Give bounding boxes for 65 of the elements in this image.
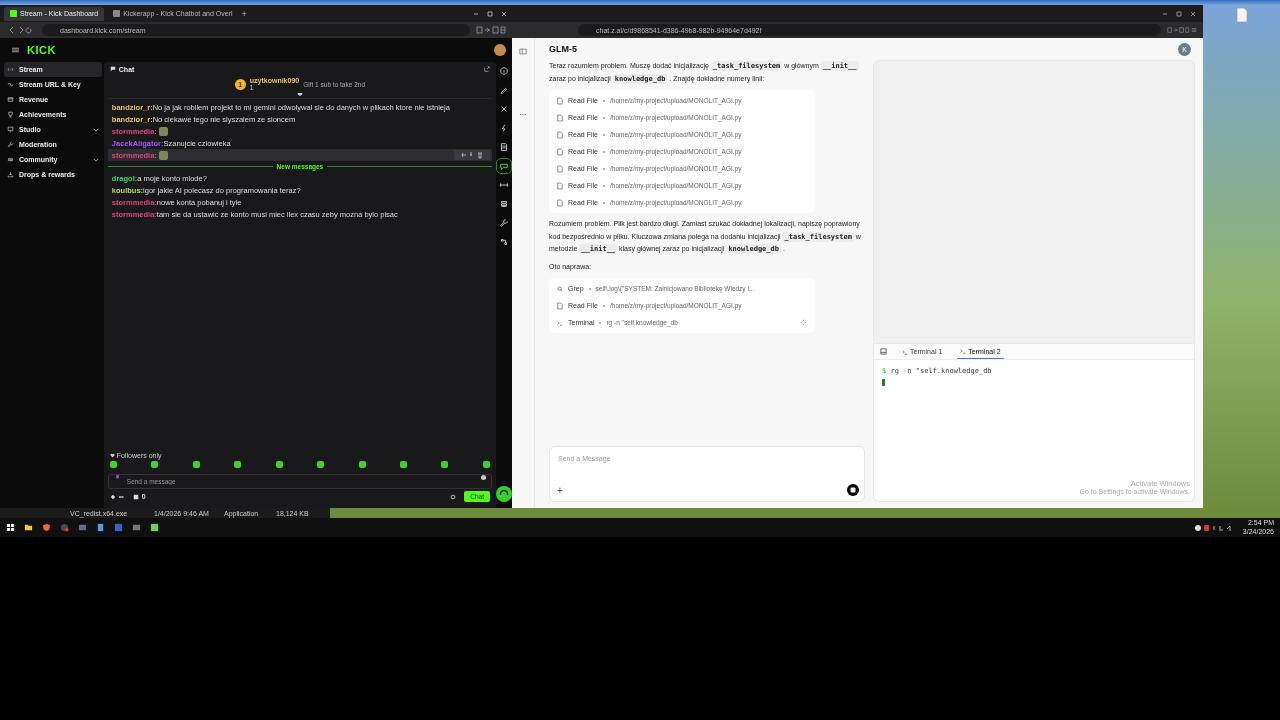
file-icon bbox=[557, 301, 563, 310]
add-button[interactable]: + bbox=[557, 486, 563, 496]
folder-icon[interactable] bbox=[24, 523, 33, 532]
emoji-icon[interactable] bbox=[481, 475, 486, 480]
emote-icon[interactable] bbox=[192, 461, 200, 468]
browser-toolbar-icon[interactable] bbox=[476, 26, 506, 34]
settings-icon[interactable] bbox=[450, 493, 457, 500]
bolt-icon[interactable] bbox=[499, 123, 509, 133]
emote-icon[interactable] bbox=[151, 461, 159, 468]
stop-button[interactable] bbox=[847, 484, 859, 496]
chevron-icon bbox=[92, 127, 99, 132]
emote-icon[interactable] bbox=[399, 461, 407, 468]
prompt-icon bbox=[902, 348, 908, 355]
emote-icon[interactable] bbox=[358, 461, 366, 468]
download-icon bbox=[7, 171, 14, 178]
spinner-icon bbox=[800, 319, 807, 326]
wrench-icon bbox=[7, 141, 14, 148]
wrench-icon[interactable] bbox=[499, 218, 509, 228]
network-icon[interactable] bbox=[499, 237, 509, 247]
trophy-icon bbox=[7, 111, 14, 118]
collapse-icon[interactable] bbox=[296, 92, 303, 97]
new-tab-button[interactable]: + bbox=[241, 8, 247, 19]
emote-icon[interactable] bbox=[109, 461, 117, 468]
heart-icon bbox=[109, 453, 115, 458]
card-icon bbox=[7, 96, 14, 103]
store-icon[interactable] bbox=[132, 493, 139, 500]
emote-icon[interactable] bbox=[441, 461, 449, 468]
kick-logo[interactable]: KICK bbox=[27, 44, 56, 56]
emote-icon bbox=[158, 150, 168, 160]
emote-icon[interactable] bbox=[317, 461, 325, 468]
message-actions-bar[interactable] bbox=[454, 150, 490, 160]
cross-icon[interactable] bbox=[499, 104, 509, 114]
globe-icon[interactable] bbox=[60, 523, 69, 532]
broadcast-icon bbox=[7, 66, 14, 73]
emote-icon bbox=[158, 126, 168, 136]
model-title: GLM-5 bbox=[549, 44, 577, 54]
chat-bubble-icon[interactable] bbox=[499, 161, 509, 171]
pencil-icon[interactable] bbox=[499, 85, 509, 95]
info-icon[interactable] bbox=[499, 66, 509, 76]
windows-start-icon[interactable] bbox=[6, 523, 15, 532]
sidebar-toggle-icon[interactable] bbox=[519, 48, 527, 55]
system-tray-icon[interactable] bbox=[1193, 523, 1234, 532]
emote-icon[interactable] bbox=[482, 461, 490, 468]
browser-toolbar-icon[interactable] bbox=[1167, 26, 1197, 34]
window-controls-icon[interactable] bbox=[1161, 9, 1197, 18]
emote-icon[interactable] bbox=[275, 461, 283, 468]
shield-icon[interactable] bbox=[42, 523, 51, 532]
microphone-icon[interactable] bbox=[114, 474, 120, 481]
points-icon[interactable] bbox=[109, 493, 116, 500]
document-icon[interactable] bbox=[499, 142, 509, 152]
terminal-icon bbox=[557, 318, 563, 327]
menu-icon[interactable] bbox=[12, 47, 19, 53]
chat-bubble-icon bbox=[109, 66, 116, 72]
headset-button[interactable] bbox=[496, 486, 512, 502]
stack-icon[interactable] bbox=[499, 199, 509, 209]
popout-icon[interactable] bbox=[484, 66, 490, 72]
search-icon bbox=[557, 284, 563, 293]
chevron-icon bbox=[92, 157, 99, 162]
more-icon[interactable] bbox=[519, 113, 527, 116]
avatar[interactable] bbox=[494, 44, 506, 56]
prompt-icon bbox=[960, 348, 967, 354]
terminal-cursor bbox=[882, 379, 885, 386]
window-controls-icon[interactable] bbox=[472, 9, 508, 18]
panel-icon[interactable] bbox=[880, 348, 887, 355]
emote-icon[interactable] bbox=[234, 461, 242, 468]
